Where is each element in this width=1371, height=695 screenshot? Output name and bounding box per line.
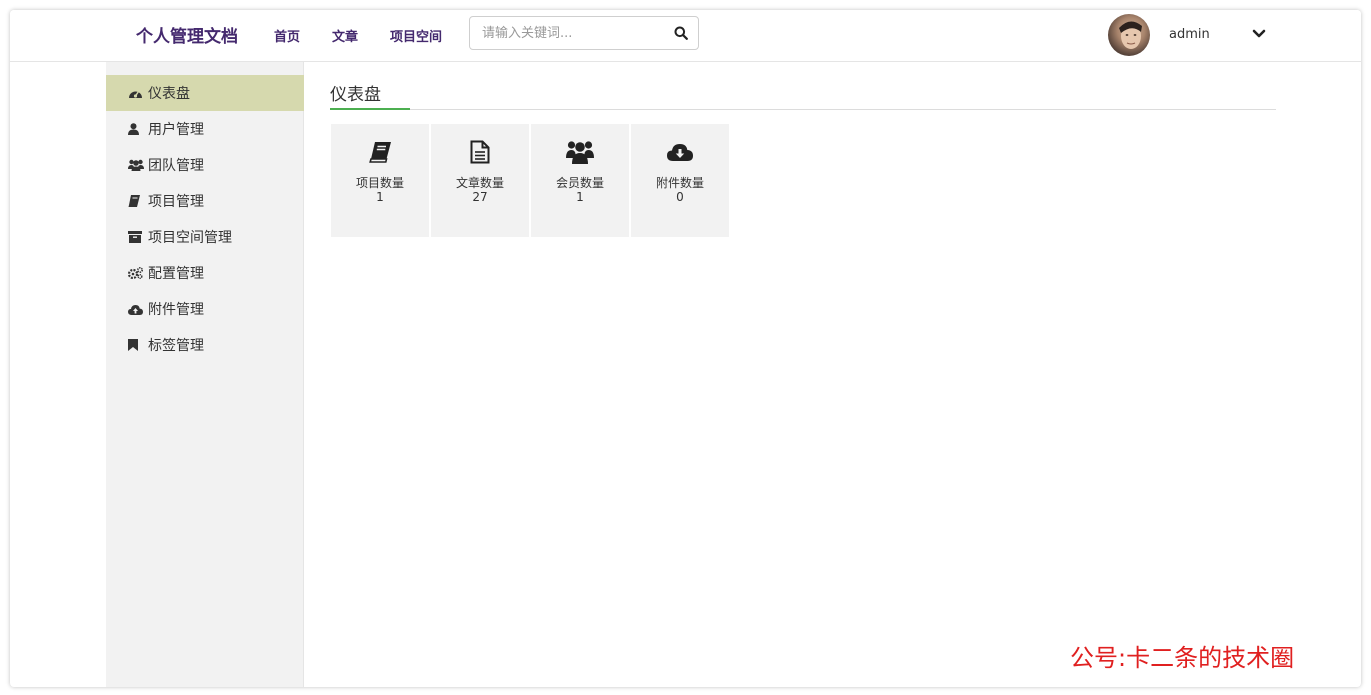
nav-link-home[interactable]: 首页 [274,26,300,45]
app-window: 个人管理文档 首页 文章 项目空间 admin [10,10,1361,687]
search-button[interactable] [664,17,698,49]
search-box [469,16,699,50]
stat-card-label: 会员数量 [555,176,604,190]
user-menu-toggle[interactable] [1250,24,1268,44]
dashboard-icon [128,86,144,100]
users-icon [566,141,594,164]
sidebar-item-config[interactable]: 配置管理 [106,255,304,291]
sidebar-item-tags[interactable]: 标签管理 [106,327,304,363]
gears-icon [128,266,144,280]
file-text-icon [470,140,490,164]
sidebar-item-attachments[interactable]: 附件管理 [106,291,304,327]
sidebar-item-label: 标签管理 [148,338,204,354]
sidebar: 仪表盘 用户管理 团队管理 项目管理 项目空间管理 配置管理 附件管理 标签管理 [106,62,304,687]
stat-card-members[interactable]: 会员数量 1 [531,124,629,237]
stat-card-value: 1 [376,190,384,204]
stat-card-label: 项目数量 [355,176,404,190]
brand-title[interactable]: 个人管理文档 [136,22,238,47]
search-icon [674,26,688,40]
sidebar-item-projects[interactable]: 项目管理 [106,183,304,219]
nav-link-project-space[interactable]: 项目空间 [390,26,442,45]
sidebar-item-label: 项目管理 [148,194,204,210]
sidebar-item-label: 用户管理 [148,122,204,138]
book-icon [369,142,391,163]
search-input[interactable] [470,17,666,49]
user-icon [128,122,144,136]
watermark-text: 公号:卡二条的技术圈 [1070,644,1295,672]
username-label[interactable]: admin [1169,27,1210,42]
users-icon [128,158,144,172]
nav-link-articles[interactable]: 文章 [332,26,358,45]
book-icon [128,194,144,208]
archive-icon [128,230,144,244]
sidebar-item-label: 仪表盘 [148,86,190,102]
sidebar-item-label: 配置管理 [148,266,204,282]
bookmark-icon [128,338,144,352]
title-divider [330,109,1276,110]
top-navbar: 个人管理文档 首页 文章 项目空间 admin [10,10,1361,62]
sidebar-item-dashboard[interactable]: 仪表盘 [106,75,304,111]
cloud-download-icon [667,144,693,161]
stat-card-value: 27 [472,190,488,204]
sidebar-item-users[interactable]: 用户管理 [106,111,304,147]
stat-card-value: 0 [676,190,684,204]
page-title: 仪表盘 [330,85,381,105]
sidebar-item-label: 项目空间管理 [148,230,232,246]
stat-card-label: 附件数量 [655,176,704,190]
stat-card-projects[interactable]: 项目数量 1 [331,124,429,237]
stat-card-value: 1 [576,190,584,204]
sidebar-item-teams[interactable]: 团队管理 [106,147,304,183]
cloud-upload-icon [128,302,144,316]
sidebar-item-label: 附件管理 [148,302,204,318]
sidebar-item-label: 团队管理 [148,158,204,174]
stat-card-articles[interactable]: 文章数量 27 [431,124,529,237]
avatar[interactable] [1108,14,1150,56]
sidebar-item-project-space[interactable]: 项目空间管理 [106,219,304,255]
chevron-down-icon [1252,29,1266,38]
stat-card-label: 文章数量 [455,176,504,190]
stat-card-attachments[interactable]: 附件数量 0 [631,124,729,237]
avatar-photo [1119,21,1142,49]
title-accent-underline [330,108,410,110]
